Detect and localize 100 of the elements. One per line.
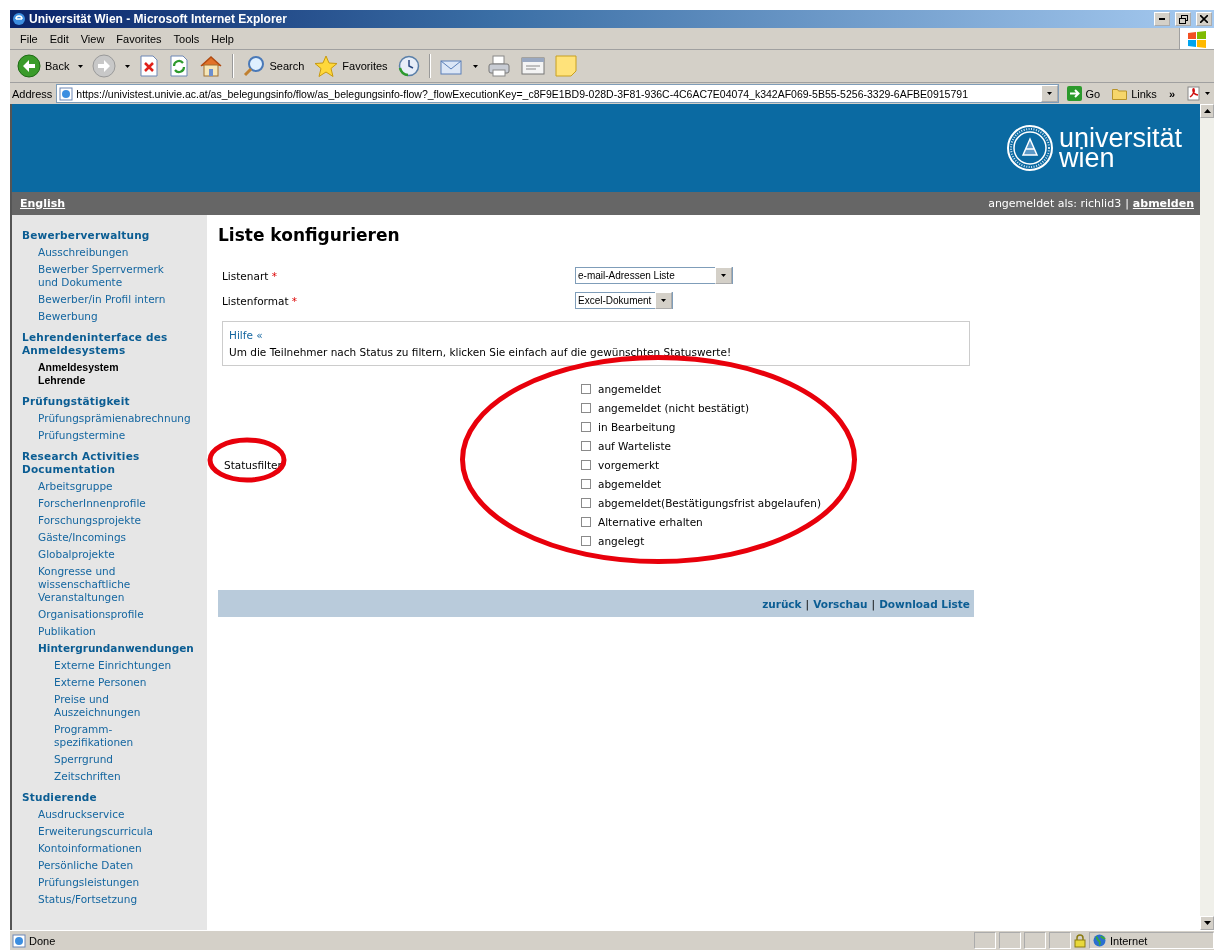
- sidebar-link[interactable]: Externe Personen: [54, 674, 207, 691]
- sidebar-link[interactable]: Prüfungsprämienabrechnung: [38, 410, 207, 427]
- sidebar-link[interactable]: Bewerbung: [38, 308, 207, 325]
- links-button[interactable]: Links: [1108, 87, 1161, 100]
- action-link[interactable]: Vorschau: [813, 597, 868, 610]
- dropdown-button[interactable]: [1040, 85, 1058, 102]
- menu-item[interactable]: Edit: [43, 32, 75, 45]
- checkbox[interactable]: [581, 421, 591, 432]
- page-icon: [12, 933, 26, 948]
- refresh-icon: [169, 55, 190, 77]
- search-icon: [243, 55, 266, 77]
- restore-button[interactable]: [1175, 12, 1191, 26]
- sidebar-link[interactable]: Prüfungsleistungen: [38, 874, 207, 891]
- house-icon: [199, 55, 224, 77]
- more-button[interactable]: »: [1164, 87, 1179, 100]
- checkbox[interactable]: [581, 535, 591, 546]
- scroll-up-button[interactable]: [1200, 104, 1214, 118]
- sidebar-link[interactable]: Persönliche Daten: [38, 857, 207, 874]
- up-arrow-icon: [1203, 109, 1211, 113]
- sidebar-link[interactable]: Ausdruckservice: [38, 806, 207, 823]
- sidebar-link[interactable]: Externe Einrichtungen: [54, 657, 207, 674]
- scroll-down-button[interactable]: [1200, 916, 1214, 930]
- toolbar-button[interactable]: Back: [14, 52, 73, 80]
- sticky-note-icon: [554, 55, 577, 77]
- university-logo: universität wien: [1058, 128, 1182, 168]
- sidebar-link[interactable]: Erweiterungscurricula: [38, 823, 207, 840]
- university-seal-icon: [1006, 125, 1053, 171]
- sidebar-link[interactable]: Publikation: [38, 623, 207, 640]
- action-link[interactable]: Download Liste: [879, 597, 970, 610]
- sidebar-link[interactable]: Programm- spezifikationen: [54, 721, 207, 751]
- sidebar-link[interactable]: Kontoinformationen: [38, 840, 207, 857]
- minimize-button[interactable]: [1154, 12, 1170, 26]
- arrow-icon: [1066, 86, 1082, 101]
- action-link[interactable]: zurück: [762, 597, 802, 610]
- select-field[interactable]: e-mail-Adressen Liste: [575, 267, 733, 284]
- window-title: Universität Wien - Microsoft Internet Explorer: [29, 12, 288, 26]
- dropdown-caret-icon: [125, 64, 131, 68]
- sidebar-link[interactable]: Preise und Auszeichnungen: [54, 691, 207, 721]
- toolbar-button[interactable]: Favorites: [311, 53, 391, 79]
- close-button[interactable]: [1196, 12, 1212, 26]
- caret-icon: [721, 274, 726, 277]
- sidebar-link[interactable]: Forschungsprojekte: [38, 512, 207, 529]
- login-status: angemeldet als: richlid3: [988, 197, 1122, 210]
- sidebar-link[interactable]: Zeitschriften: [54, 768, 207, 785]
- sidebar-link[interactable]: Globalprojekte: [38, 546, 207, 563]
- checkbox-label: auf Warteliste: [598, 439, 672, 452]
- restore-icon: [1178, 14, 1188, 24]
- logout-link[interactable]: abmelden: [1132, 197, 1194, 210]
- checkbox[interactable]: [581, 478, 591, 489]
- scrollbar[interactable]: [1200, 104, 1214, 930]
- toolbar-button[interactable]: Search: [240, 53, 308, 79]
- checkbox[interactable]: [581, 516, 591, 527]
- sidebar-link[interactable]: Sperrgrund: [54, 751, 207, 768]
- page-title: Liste konfigurieren: [218, 225, 401, 245]
- sidebar-link[interactable]: Hintergrundanwendungen: [38, 640, 207, 657]
- dropdown-caret-icon: [472, 64, 478, 68]
- sidebar-link[interactable]: Gäste/Incomings: [38, 529, 207, 546]
- checkbox-label: angemeldet (nicht bestätigt): [598, 401, 749, 414]
- select-field[interactable]: Excel-Dokument: [575, 292, 674, 309]
- sidebar-link[interactable]: Prüfungstermine: [38, 427, 207, 444]
- checkbox-label: Alternative erhalten: [598, 515, 703, 528]
- help-link[interactable]: Hilfe «: [229, 327, 263, 344]
- language-link[interactable]: English: [20, 197, 66, 210]
- checkbox[interactable]: [581, 459, 591, 470]
- go-button[interactable]: Go: [1062, 86, 1105, 101]
- checkbox-label: vorgemerkt: [598, 458, 660, 471]
- sidebar-link[interactable]: Bewerber/in Profil intern: [38, 291, 207, 308]
- caret-icon: [1205, 92, 1210, 95]
- checkbox[interactable]: [581, 497, 591, 508]
- help-text: Um die Teilnehmer nach Status zu filtern, klicken Sie einfach auf die gewünschten Statuswerte!: [229, 345, 733, 360]
- checkbox-label: angelegt: [598, 534, 645, 547]
- sidebar-section: Prüfungstätigkeit: [22, 393, 207, 410]
- sidebar-link[interactable]: Arbeitsgruppe: [38, 478, 207, 495]
- clock-icon: [397, 55, 420, 77]
- sidebar-link[interactable]: Anmeldesystem Lehrende: [38, 359, 207, 389]
- star-icon: [314, 55, 339, 77]
- caret-icon: [1046, 92, 1052, 95]
- checkbox[interactable]: [581, 440, 591, 451]
- menu-item[interactable]: Tools: [167, 32, 206, 45]
- menu-item[interactable]: File: [14, 32, 44, 45]
- menu-item[interactable]: Help: [205, 32, 240, 45]
- menu-item[interactable]: Favorites: [110, 32, 168, 45]
- sidebar-section: Research Activities Documentation: [22, 448, 207, 478]
- security-zone: Internet: [1110, 934, 1148, 947]
- sidebar-link[interactable]: ForscherInnenprofile: [38, 495, 207, 512]
- checkbox[interactable]: [581, 402, 591, 413]
- page-icon: [59, 86, 74, 101]
- lock-icon: [1074, 933, 1086, 948]
- sidebar-link[interactable]: Status/Fortsetzung: [38, 891, 207, 908]
- checkbox[interactable]: [581, 383, 591, 394]
- sidebar-link[interactable]: Kongresse und wissenschaftliche Veranstaltungen: [38, 563, 207, 606]
- menu-item[interactable]: View: [74, 32, 111, 45]
- browser-logo-icon: [12, 12, 26, 26]
- sidebar-link[interactable]: Ausschreibungen: [38, 244, 207, 261]
- down-arrow-icon: [1203, 921, 1211, 925]
- sidebar-link[interactable]: Bewerber Sperrvermerk und Dokumente: [38, 261, 207, 291]
- address-field[interactable]: https://univistest.univie.ac.at/as_belegungsinfo/flow/as_belegungsinfo-flow?_flowExecutionKey=_c8F9E1BD9-028D-3F81-936C-4C6AC7E04074_k342AF069-5B55-5256-3329-6AFBE0915791: [56, 84, 1059, 103]
- sidebar-link[interactable]: Organisationsprofile: [38, 606, 207, 623]
- filter-label: Statusfilter: [224, 458, 283, 471]
- pdf-document-icon: [1187, 86, 1201, 101]
